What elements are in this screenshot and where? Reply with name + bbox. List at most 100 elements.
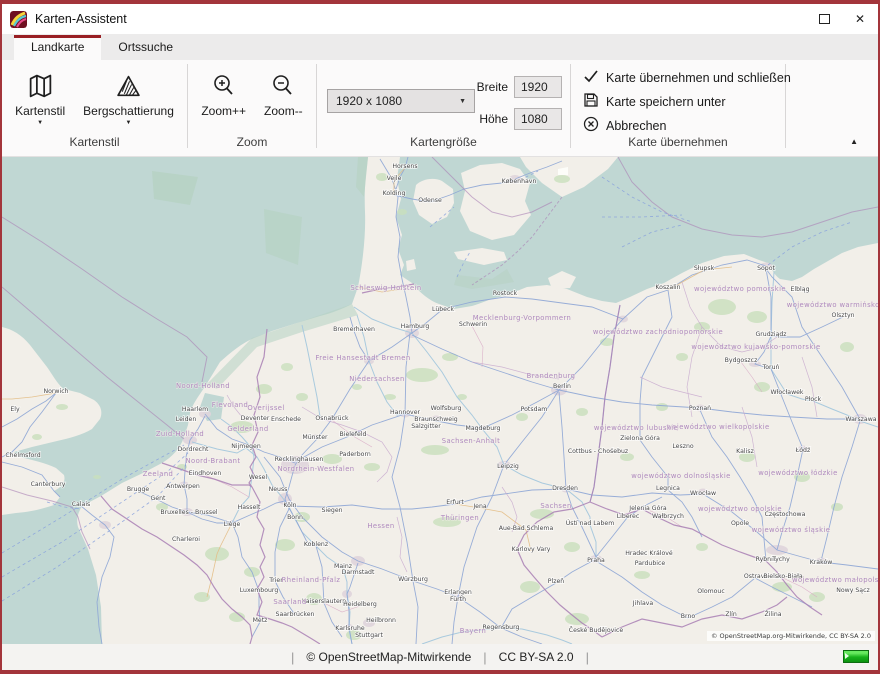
svg-text:Stuttgart: Stuttgart (355, 632, 383, 639)
svg-text:Jihlava: Jihlava (632, 600, 654, 607)
map-view: HorsensVejleKoldingOdenseKøbenhavnBremer… (2, 157, 878, 644)
svg-text:Praha: Praha (587, 557, 605, 564)
svg-text:Thüringen: Thüringen (440, 514, 479, 522)
svg-text:Pardubice: Pardubice (635, 560, 666, 567)
ribbon-collapse-button[interactable]: ▲ (850, 138, 858, 146)
svg-text:Jena: Jena (472, 503, 487, 510)
svg-text:Warszawa: Warszawa (845, 416, 876, 423)
chevron-down-icon: ▼ (126, 120, 132, 126)
svg-text:Bayern: Bayern (460, 627, 486, 635)
svg-text:Łódź: Łódź (795, 446, 810, 454)
svg-text:Sopot: Sopot (757, 265, 775, 272)
map-canvas[interactable]: HorsensVejleKoldingOdenseKøbenhavnBremer… (2, 157, 878, 644)
svg-text:Kaiserslautern: Kaiserslautern (302, 598, 346, 605)
svg-text:Olomouc: Olomouc (697, 588, 725, 595)
svg-text:Recklinghausen: Recklinghausen (275, 456, 324, 463)
map-attribution: © OpenStreetMap.org-Mitwirkende, CC BY-S… (707, 631, 875, 641)
svg-text:Cottbus - Chośebuz: Cottbus - Chośebuz (568, 447, 628, 455)
svg-text:Elbląg: Elbląg (791, 286, 810, 293)
kartenstil-button[interactable]: Kartenstil ▼ (9, 68, 71, 128)
svg-text:Hasselt: Hasselt (238, 504, 261, 511)
svg-text:Kolding: Kolding (383, 190, 406, 197)
svg-text:Bonn: Bonn (287, 514, 303, 521)
svg-text:Heidelberg: Heidelberg (343, 601, 377, 608)
zoom-in-icon (211, 70, 237, 102)
svg-text:województwo pomorskie: województwo pomorskie (694, 285, 786, 293)
svg-text:Siegen: Siegen (321, 507, 342, 514)
svg-text:Hessen: Hessen (367, 522, 394, 530)
uebernehmen-schliessen-button[interactable]: Karte übernehmen und schließen (571, 66, 785, 90)
svg-text:Leipzig: Leipzig (497, 463, 519, 470)
svg-text:Hannover: Hannover (390, 409, 421, 416)
svg-text:Dresden: Dresden (552, 485, 578, 492)
svg-text:Aue-Bad Schlema: Aue-Bad Schlema (499, 525, 554, 532)
svg-text:Haarlem: Haarlem (182, 406, 208, 413)
svg-text:województwo małopolskie: województwo małopolskie (792, 576, 878, 584)
svg-text:København: København (502, 178, 537, 185)
svg-text:Brugge: Brugge (127, 486, 150, 493)
svg-text:Nordrhein-Westfalen: Nordrhein-Westfalen (277, 465, 354, 473)
svg-text:Saarbrücken: Saarbrücken (276, 611, 315, 618)
zoom-in-button[interactable]: Zoom++ (195, 68, 252, 120)
svg-text:Münster: Münster (302, 434, 328, 441)
status-bar: | © OpenStreetMap-Mitwirkende | CC BY-SA… (2, 644, 878, 670)
svg-text:Noord-Brabant: Noord-Brabant (186, 457, 241, 465)
svg-text:Calais: Calais (72, 501, 91, 508)
svg-text:Ely: Ely (10, 406, 20, 413)
breite-field[interactable]: 1920 (514, 76, 562, 98)
size-preset-select[interactable]: 1920 x 1080 ▼ (327, 89, 475, 113)
svg-text:Rheinland-Pfalz: Rheinland-Pfalz (282, 576, 341, 584)
group-karte-uebernehmen: Karte übernehmen und schließen Karte spe… (571, 64, 786, 148)
svg-text:województwo warmińsko-mazurski: województwo warmińsko-mazurskie (787, 301, 878, 309)
svg-text:České Budějovice: České Budějovice (569, 625, 624, 634)
tab-ortssuche[interactable]: Ortssuche (101, 35, 190, 60)
group-label: Karte übernehmen (571, 135, 785, 149)
svg-text:Poznań: Poznań (689, 404, 711, 412)
svg-text:Charleroi: Charleroi (172, 536, 200, 543)
svg-text:Bydgoszcz: Bydgoszcz (725, 357, 758, 364)
zoom-out-icon (270, 70, 296, 102)
svg-text:Würzburg: Würzburg (398, 576, 428, 583)
svg-text:Osnabrück: Osnabrück (315, 415, 349, 422)
svg-text:Wrocław: Wrocław (690, 490, 716, 497)
speichern-unter-button[interactable]: Karte speichern unter (571, 90, 785, 114)
maximize-button[interactable] (806, 6, 842, 32)
svg-text:Berlin: Berlin (553, 383, 571, 390)
hoehe-label: Höhe (479, 112, 508, 126)
group-label: Kartenstil (2, 135, 187, 149)
svg-text:województwo kujawsko-pomorskie: województwo kujawsko-pomorskie (691, 343, 820, 351)
svg-text:Neuss: Neuss (269, 486, 288, 493)
battery-indicator (843, 650, 869, 663)
bergschattierung-button[interactable]: Bergschattierung ▼ (77, 68, 180, 128)
svg-text:Grudziądz: Grudziądz (755, 331, 786, 338)
svg-text:Liberec: Liberec (617, 513, 640, 520)
titlebar: Karten-Assistent ✕ (2, 4, 878, 34)
svg-text:Lübeck: Lübeck (432, 306, 454, 313)
svg-text:Bielefeld: Bielefeld (340, 431, 367, 438)
svg-text:Zuid-Holland: Zuid-Holland (156, 430, 204, 438)
hoehe-field[interactable]: 1080 (514, 108, 562, 130)
svg-text:Norwich: Norwich (43, 388, 68, 395)
svg-text:Erlangen: Erlangen (444, 589, 472, 596)
svg-text:Hamburg: Hamburg (401, 323, 430, 330)
maximize-icon (819, 14, 830, 24)
svg-text:Ústí nad Labem: Ústí nad Labem (566, 518, 614, 527)
tab-landkarte[interactable]: Landkarte (14, 35, 101, 60)
svg-text:Wesel: Wesel (249, 474, 268, 481)
zoom-out-button[interactable]: Zoom-- (258, 68, 309, 120)
svg-text:Mecklenburg-Vorpommern: Mecklenburg-Vorpommern (473, 314, 572, 322)
svg-text:województwo łódzkie: województwo łódzkie (758, 469, 838, 477)
svg-text:Sachsen: Sachsen (540, 502, 571, 510)
svg-text:Wolfsburg: Wolfsburg (431, 405, 462, 412)
svg-text:Schwerin: Schwerin (459, 321, 487, 328)
svg-text:Niedersachsen: Niedersachsen (349, 375, 404, 383)
status-license: CC BY-SA 2.0 (499, 650, 574, 664)
svg-text:Paderborn: Paderborn (339, 451, 371, 458)
close-button[interactable]: ✕ (842, 6, 878, 32)
svg-text:Liège: Liège (224, 520, 241, 528)
svg-text:Olsztyn: Olsztyn (831, 312, 854, 319)
svg-text:Köln: Köln (283, 502, 296, 509)
svg-text:Dordrecht: Dordrecht (178, 446, 209, 453)
svg-text:Noord-Holland: Noord-Holland (176, 382, 230, 390)
window-title: Karten-Assistent (35, 12, 127, 26)
